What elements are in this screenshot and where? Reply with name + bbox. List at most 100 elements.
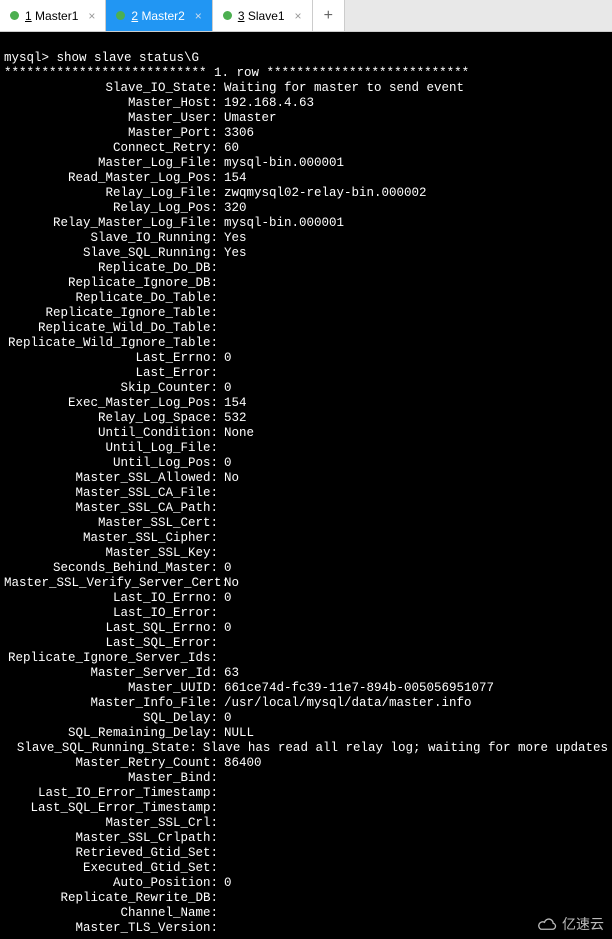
field-key: Last_IO_Error: (4, 606, 218, 621)
field-key: Last_IO_Error_Timestamp: (4, 786, 218, 801)
status-row: Exec_Master_Log_Pos:154 (4, 396, 608, 411)
field-key: Relay_Master_Log_File: (4, 216, 218, 231)
mysql-prompt: mysql> show slave status\G (4, 51, 199, 65)
status-row: Read_Master_Log_Pos:154 (4, 171, 608, 186)
field-value (218, 786, 224, 801)
cloud-icon (536, 917, 558, 931)
field-value: 0 (218, 621, 232, 636)
status-row: Master_Host:192.168.4.63 (4, 96, 608, 111)
field-value: 320 (218, 201, 247, 216)
field-value: No (218, 471, 239, 486)
status-row: Last_IO_Error_Timestamp: (4, 786, 608, 801)
tab-bar: 1 Master1 × 2 Master2 × 3 Slave1 × + (0, 0, 612, 32)
status-row: Replicate_Do_DB: (4, 261, 608, 276)
close-icon[interactable]: × (295, 9, 302, 23)
field-key: Master_SSL_Cert: (4, 516, 218, 531)
field-value: Yes (218, 231, 247, 246)
field-key: Replicate_Ignore_Server_Ids: (4, 651, 218, 666)
field-value: 0 (218, 561, 232, 576)
field-value: /usr/local/mysql/data/master.info (218, 696, 472, 711)
status-row: Last_Error: (4, 366, 608, 381)
status-row: Relay_Log_Pos:320 (4, 201, 608, 216)
status-row: Master_Port:3306 (4, 126, 608, 141)
field-key: Seconds_Behind_Master: (4, 561, 218, 576)
tab-label: 2 Master2 (131, 9, 184, 23)
field-value (218, 486, 224, 501)
field-key: Slave_IO_State: (4, 81, 218, 96)
status-row: Slave_IO_Running:Yes (4, 231, 608, 246)
field-key: Executed_Gtid_Set: (4, 861, 218, 876)
field-value (218, 606, 224, 621)
field-value: 86400 (218, 756, 262, 771)
status-row: Master_Info_File:/usr/local/mysql/data/m… (4, 696, 608, 711)
field-value (218, 831, 224, 846)
field-value (218, 321, 224, 336)
status-row: Seconds_Behind_Master:0 (4, 561, 608, 576)
field-key: Replicate_Rewrite_DB: (4, 891, 218, 906)
add-tab-button[interactable]: + (313, 0, 345, 31)
status-row: Retrieved_Gtid_Set: (4, 846, 608, 861)
field-key: Master_SSL_Crl: (4, 816, 218, 831)
status-row: Master_Log_File:mysql-bin.000001 (4, 156, 608, 171)
field-value: mysql-bin.000001 (218, 216, 344, 231)
status-row: Master_Retry_Count:86400 (4, 756, 608, 771)
field-key: Master_User: (4, 111, 218, 126)
field-key: Read_Master_Log_Pos: (4, 171, 218, 186)
status-row: Master_SSL_CA_File: (4, 486, 608, 501)
status-row: Slave_IO_State:Waiting for master to sen… (4, 81, 608, 96)
field-key: Last_SQL_Error_Timestamp: (4, 801, 218, 816)
field-key: Master_SSL_Allowed: (4, 471, 218, 486)
field-key: Retrieved_Gtid_Set: (4, 846, 218, 861)
status-row: Master_SSL_Crl: (4, 816, 608, 831)
status-dot-icon (10, 11, 19, 20)
field-key: Replicate_Wild_Do_Table: (4, 321, 218, 336)
field-key: Replicate_Do_DB: (4, 261, 218, 276)
tab-master1[interactable]: 1 Master1 × (0, 0, 106, 31)
status-row: Replicate_Rewrite_DB: (4, 891, 608, 906)
field-value (218, 651, 224, 666)
field-value: 0 (218, 456, 232, 471)
field-key: SQL_Delay: (4, 711, 218, 726)
field-key: Master_Bind: (4, 771, 218, 786)
terminal-output[interactable]: mysql> show slave status\G *************… (0, 32, 612, 939)
field-value (218, 261, 224, 276)
status-row: Last_IO_Error: (4, 606, 608, 621)
field-value: 3306 (218, 126, 254, 141)
field-value (218, 516, 224, 531)
close-icon[interactable]: × (88, 9, 95, 23)
status-row: Auto_Position:0 (4, 876, 608, 891)
field-key: Exec_Master_Log_Pos: (4, 396, 218, 411)
status-row: Master_SSL_CA_Path: (4, 501, 608, 516)
close-icon[interactable]: × (195, 9, 202, 23)
status-row: Last_SQL_Error_Timestamp: (4, 801, 608, 816)
field-value (218, 366, 224, 381)
status-row: Channel_Name: (4, 906, 608, 921)
field-key: Master_Retry_Count: (4, 756, 218, 771)
field-key: Master_Port: (4, 126, 218, 141)
row-divider: *************************** 1. row *****… (4, 66, 469, 80)
field-value: 192.168.4.63 (218, 96, 314, 111)
field-key: Last_IO_Errno: (4, 591, 218, 606)
field-value (218, 276, 224, 291)
field-key: Last_SQL_Errno: (4, 621, 218, 636)
field-value: Umaster (218, 111, 277, 126)
status-row: Replicate_Ignore_DB: (4, 276, 608, 291)
field-value: 60 (218, 141, 239, 156)
status-row: Master_SSL_Verify_Server_Cert:No (4, 576, 608, 591)
field-value: 0 (218, 351, 232, 366)
field-value: 154 (218, 396, 247, 411)
status-row: Until_Condition:None (4, 426, 608, 441)
watermark-text: 亿速云 (562, 914, 604, 934)
field-key: Skip_Counter: (4, 381, 218, 396)
field-key: Auto_Position: (4, 876, 218, 891)
field-value (218, 291, 224, 306)
field-value: NULL (218, 726, 254, 741)
tab-master2[interactable]: 2 Master2 × (106, 0, 212, 31)
status-dot-icon (223, 11, 232, 20)
status-row: Replicate_Do_Table: (4, 291, 608, 306)
status-row: Slave_SQL_Running_State:Slave has read a… (4, 741, 608, 756)
field-key: Last_Errno: (4, 351, 218, 366)
tab-slave1[interactable]: 3 Slave1 × (213, 0, 313, 31)
field-key: Connect_Retry: (4, 141, 218, 156)
field-key: Master_SSL_CA_File: (4, 486, 218, 501)
